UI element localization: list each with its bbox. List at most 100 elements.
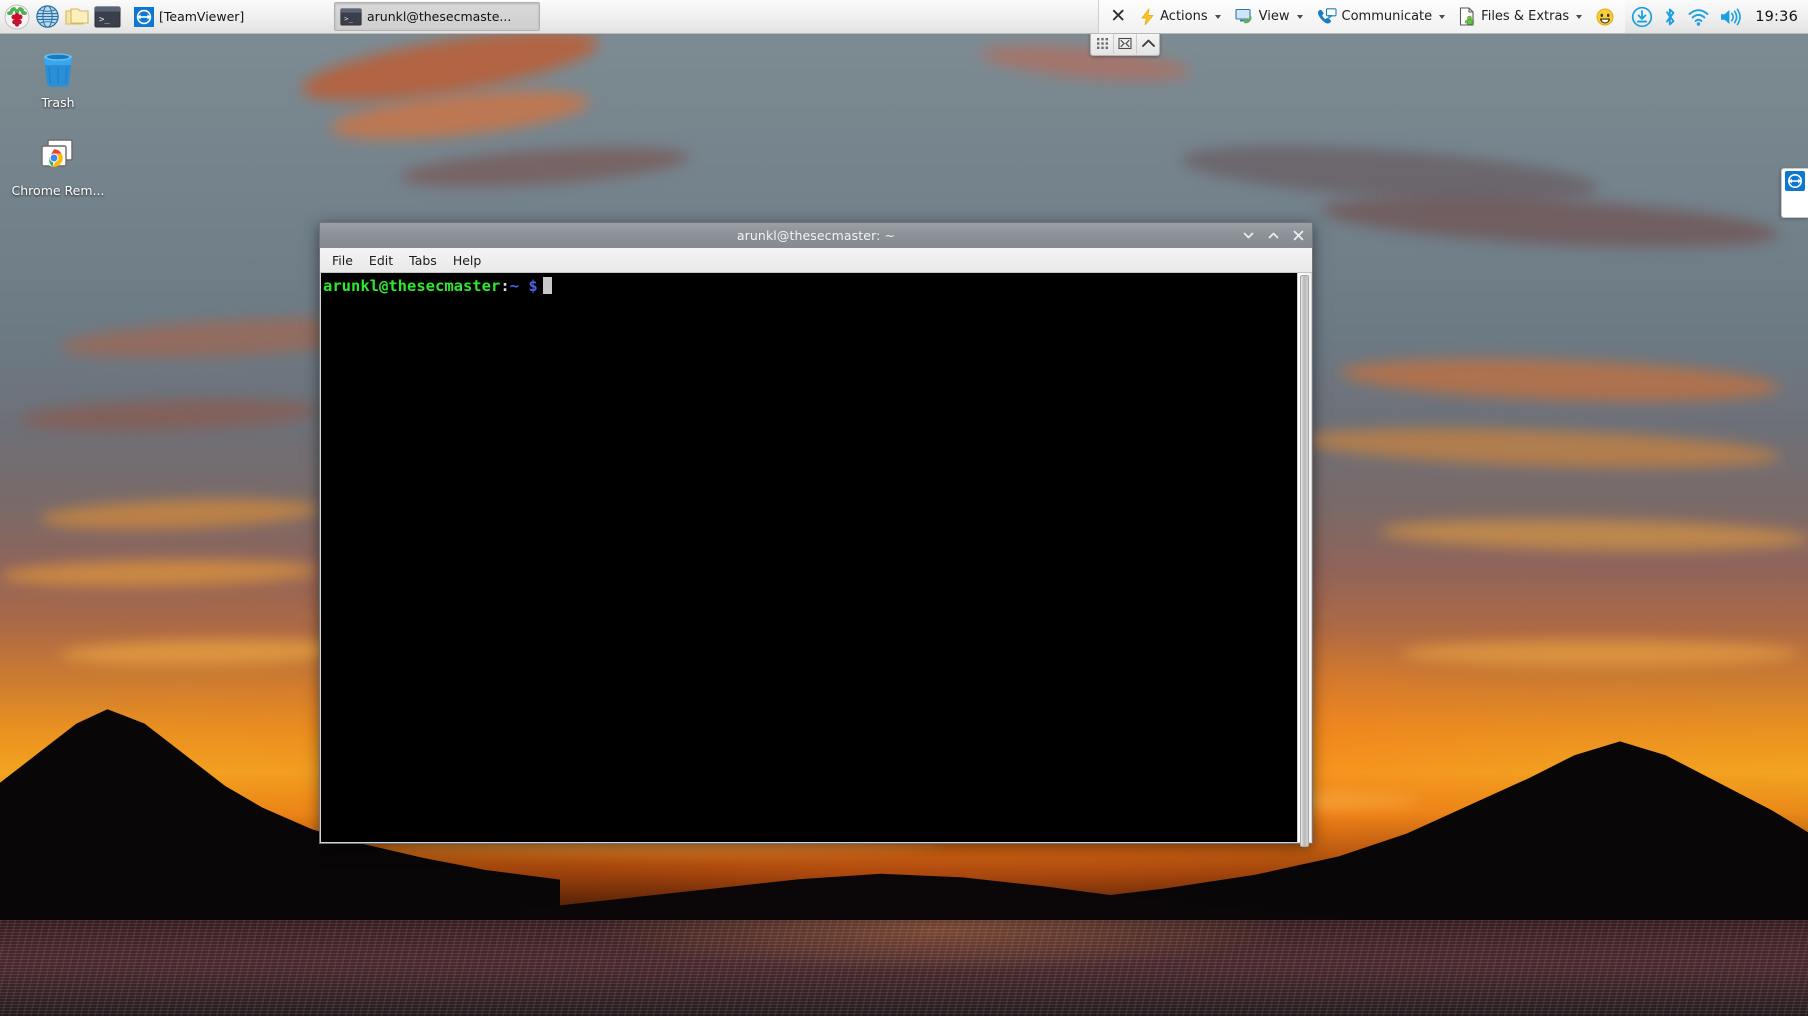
teamviewer-menu-actions[interactable]: Actions (1133, 1, 1228, 33)
menu-edit[interactable]: Edit (361, 251, 401, 270)
window-controls (1241, 223, 1306, 248)
volume-icon (1721, 8, 1742, 25)
file-manager-button[interactable] (63, 3, 91, 31)
teamviewer-smiley-button[interactable] (1589, 1, 1621, 33)
float-toolbar-fullscreen-button[interactable] (1114, 33, 1137, 54)
teamviewer-icon (134, 6, 154, 27)
terminal-scrollbar[interactable] (1297, 273, 1311, 847)
cloud-streak (1400, 640, 1800, 666)
prompt-symbol: $ (528, 277, 538, 295)
terminal-titlebar[interactable]: arunkl@thesecmaster: ~ (320, 223, 1312, 248)
teamviewer-menu-communicate[interactable]: Communicate (1310, 1, 1453, 33)
cloud-streak (1379, 516, 1808, 554)
panel-clock[interactable]: 19:36 (1752, 9, 1798, 25)
lake-water (0, 920, 1808, 1016)
menu-file[interactable]: File (324, 251, 361, 270)
teamviewer-close-button[interactable]: ✕ (1103, 1, 1133, 33)
tray-updates-button[interactable] (1631, 6, 1653, 28)
cloud-streak (19, 394, 321, 436)
system-tray: 19:36 (1625, 0, 1808, 33)
task-button-teamviewer[interactable]: [TeamViewer] (128, 2, 334, 31)
close-icon: ✕ (1110, 5, 1127, 27)
terminal-body: arunkl@thesecmaster:~ $ (320, 273, 1312, 847)
teamviewer-menu-label: View (1258, 9, 1290, 24)
terminal-scrollbar-thumb[interactable] (1300, 275, 1309, 847)
task-button-label: [TeamViewer] (159, 9, 245, 24)
desktop-icon-label: Trash (41, 96, 75, 110)
smiley-icon (1596, 8, 1614, 25)
menu-help[interactable]: Help (445, 251, 490, 270)
cloud-streak (1319, 187, 1781, 257)
chevron-down-icon (1439, 14, 1446, 19)
phone-chat-icon (1317, 8, 1337, 24)
monitor-icon (1235, 8, 1252, 24)
chevron-down-icon (1243, 232, 1254, 239)
panel-launchers: >_ (0, 0, 124, 33)
file-extras-icon (1460, 7, 1475, 26)
trash-icon (44, 53, 72, 87)
cloud-streak (0, 557, 321, 589)
chevron-up-icon (1141, 39, 1155, 47)
teamviewer-menu-label: Files & Extras (1481, 9, 1570, 24)
chevron-up-icon (1268, 232, 1279, 239)
top-panel: >_ [TeamViewer] >_ arunkl@thesecmaste...… (0, 0, 1808, 34)
desktop-icon-trash[interactable]: Trash (6, 46, 110, 110)
teamviewer-float-toolbar (1090, 32, 1160, 56)
cloud-streak (59, 637, 361, 667)
chevron-down-icon (1576, 14, 1583, 19)
tray-wifi-button[interactable] (1687, 7, 1710, 27)
prompt-user-host: arunkl@thesecmaster (323, 277, 501, 295)
lightning-bolt-icon (1141, 7, 1154, 25)
teamviewer-menu-label: Communicate (1341, 9, 1433, 24)
file-manager-icon (65, 7, 89, 25)
cloud-streak (1178, 135, 1602, 213)
teamviewer-side-tab[interactable] (1781, 168, 1808, 218)
chevron-down-icon (1296, 14, 1303, 19)
terminal-window-title: arunkl@thesecmaster: ~ (736, 228, 896, 243)
globe-browser-icon (35, 5, 59, 28)
svg-text:>_: >_ (99, 15, 110, 25)
desktop-icon-chrome-remote[interactable]: Chrome Rem... (6, 134, 110, 198)
grid-icon (1096, 38, 1108, 49)
minimize-button[interactable] (1241, 228, 1256, 243)
terminal-icon: >_ (94, 6, 120, 27)
wifi-icon (1688, 8, 1709, 26)
terminal-icon: >_ (340, 7, 362, 26)
cloud-streak (1299, 421, 1781, 475)
bluetooth-icon (1666, 7, 1675, 25)
tray-volume-button[interactable] (1719, 7, 1743, 27)
teamviewer-control-bar: ✕ Actions View Communicate Files & Extra… (1098, 0, 1626, 33)
teamviewer-icon (1785, 171, 1805, 191)
cloud-streak (399, 139, 691, 195)
terminal-menubar: File Edit Tabs Help (320, 248, 1312, 273)
menu-tabs[interactable]: Tabs (401, 251, 445, 270)
desktop-icon-label: Chrome Rem... (11, 184, 105, 198)
teamviewer-menu-view[interactable]: View (1228, 1, 1310, 33)
teamviewer-menu-label: Actions (1160, 9, 1208, 24)
download-update-icon (1632, 6, 1653, 27)
tray-bluetooth-button[interactable] (1662, 6, 1678, 28)
float-toolbar-collapse-button[interactable] (1137, 33, 1159, 54)
desktop-screen: Trash Chrome Rem... >_ [TeamViewer] >_ a… (0, 0, 1808, 1016)
cloud-streak (328, 81, 592, 149)
maximize-button[interactable] (1266, 228, 1281, 243)
panel-spacer (540, 0, 1098, 33)
terminal-window: arunkl@thesecmaster: ~ File Edit Tabs He… (319, 222, 1313, 847)
panel-task-list: [TeamViewer] >_ arunkl@thesecmaste... (124, 0, 540, 33)
float-toolbar-grid-button[interactable] (1091, 33, 1114, 54)
svg-text:>_: >_ (344, 14, 353, 23)
task-button-terminal[interactable]: >_ arunkl@thesecmaste... (334, 2, 540, 31)
chrome-remote-desktop-icon (41, 139, 73, 167)
terminal-cursor (542, 277, 552, 294)
raspberry-menu-button[interactable] (3, 3, 31, 31)
task-button-label: arunkl@thesecmaste... (367, 9, 512, 24)
raspberry-menu-icon (4, 4, 30, 29)
web-browser-button[interactable] (33, 3, 61, 31)
teamviewer-menu-files-extras[interactable]: Files & Extras (1452, 1, 1589, 33)
close-button[interactable] (1291, 228, 1306, 243)
terminal-launcher-button[interactable]: >_ (93, 3, 121, 31)
prompt-colon: : (500, 277, 510, 295)
fullscreen-icon (1118, 37, 1132, 50)
cloud-streak (39, 495, 321, 533)
terminal-screen[interactable]: arunkl@thesecmaster:~ $ (321, 273, 1297, 842)
